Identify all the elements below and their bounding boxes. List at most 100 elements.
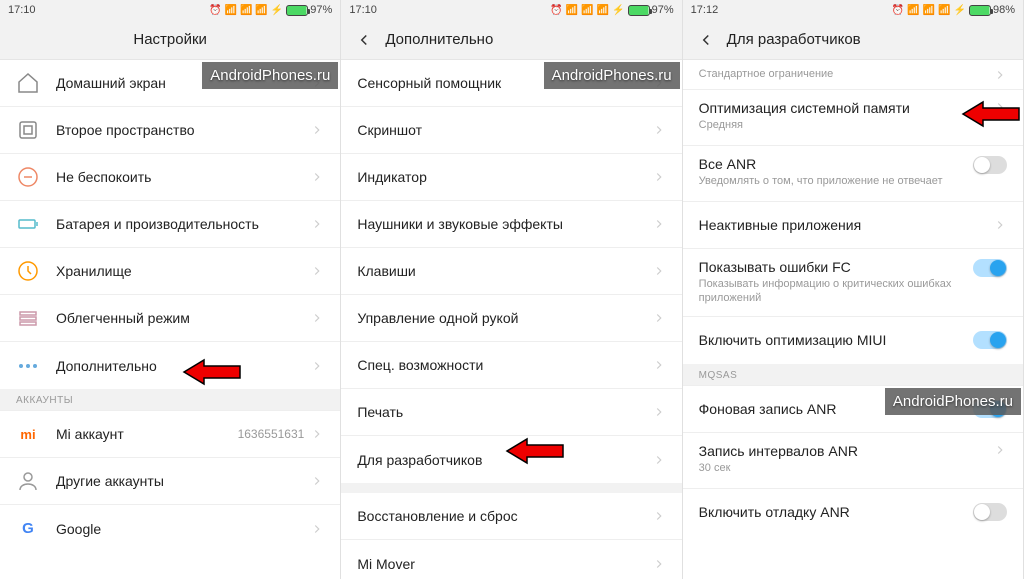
square-icon bbox=[16, 118, 40, 142]
row-label: Наушники и звуковые эффекты bbox=[357, 216, 651, 232]
row-reset[interactable]: Восстановление и сброс bbox=[341, 493, 681, 540]
row-google[interactable]: GGoogle bbox=[0, 505, 340, 552]
alarm-icon: ⏰ bbox=[209, 5, 221, 16]
battery-pct: 98% bbox=[993, 4, 1015, 16]
row-sub: Показывать информацию о критических ошиб… bbox=[699, 277, 973, 306]
row-mem-opt[interactable]: Оптимизация системной памятиСредняя bbox=[683, 90, 1023, 146]
status-time: 17:10 bbox=[8, 4, 36, 16]
row-label: Клавиши bbox=[357, 263, 651, 279]
chevron-right-icon bbox=[310, 474, 324, 488]
row-fc-errors[interactable]: Показывать ошибки FC Показывать информаци… bbox=[683, 249, 1023, 317]
user-icon bbox=[16, 469, 40, 493]
row-label: Показывать ошибки FC bbox=[699, 259, 973, 275]
row-developer[interactable]: Для разработчиков bbox=[341, 436, 681, 483]
chevron-right-icon bbox=[652, 217, 666, 231]
header-title: Для разработчиков bbox=[727, 31, 861, 48]
status-bar: 17:10 ⏰ 📶 📶 📶 ⚡ 97% bbox=[0, 0, 340, 20]
row-headphones[interactable]: Наушники и звуковые эффекты bbox=[341, 201, 681, 248]
home-icon bbox=[16, 71, 40, 95]
row-dnd[interactable]: Не беспокоить bbox=[0, 154, 340, 201]
row-storage[interactable]: Хранилище bbox=[0, 248, 340, 295]
storage-icon bbox=[16, 259, 40, 283]
row-other-accounts[interactable]: Другие аккаунты bbox=[0, 458, 340, 505]
row-inactive-apps[interactable]: Неактивные приложения bbox=[683, 202, 1023, 249]
signal-icon: 📶 bbox=[255, 5, 267, 16]
row-one-handed[interactable]: Управление одной рукой bbox=[341, 295, 681, 342]
row-miui-opt[interactable]: Включить оптимизацию MIUI bbox=[683, 317, 1023, 364]
row-label: Восстановление и сброс bbox=[357, 508, 651, 524]
chevron-right-icon bbox=[993, 68, 1007, 82]
back-button[interactable] bbox=[355, 31, 373, 49]
chevron-right-icon bbox=[310, 311, 324, 325]
row-anr-debug[interactable]: Включить отладку ANR bbox=[683, 489, 1023, 536]
status-right: ⏰ 📶 📶 📶 ⚡ 97% bbox=[209, 4, 332, 16]
battery-icon bbox=[628, 5, 650, 16]
row-mi-mover[interactable]: Mi Mover bbox=[341, 540, 681, 579]
signal-icon: 📶 bbox=[240, 5, 252, 16]
chevron-right-icon bbox=[310, 359, 324, 373]
row-label: Печать bbox=[357, 404, 651, 420]
row-all-anr[interactable]: Все ANRУведомлять о том, что приложение … bbox=[683, 146, 1023, 202]
row-label: Другие аккаунты bbox=[56, 473, 310, 489]
status-time: 17:12 bbox=[691, 4, 719, 16]
row-label: Включить отладку ANR bbox=[699, 504, 973, 520]
toggle[interactable] bbox=[973, 156, 1007, 174]
back-button[interactable] bbox=[697, 31, 715, 49]
status-time: 17:10 bbox=[349, 4, 377, 16]
battery-icon bbox=[969, 5, 991, 16]
dev-list: Стандартное ограничение Оптимизация сист… bbox=[683, 60, 1023, 536]
battery-icon bbox=[286, 5, 308, 16]
row-print[interactable]: Печать bbox=[341, 389, 681, 436]
row-screenshot[interactable]: Скриншот bbox=[341, 107, 681, 154]
chevron-right-icon bbox=[652, 557, 666, 571]
bolt-icon: ⚡ bbox=[954, 5, 966, 16]
section-mqsas: MQSAS bbox=[683, 364, 1023, 386]
chevron-right-icon bbox=[310, 170, 324, 184]
alarm-icon: ⏰ bbox=[892, 5, 904, 16]
header: Дополнительно bbox=[341, 20, 681, 60]
mi-icon: mi bbox=[16, 422, 40, 446]
row-buttons[interactable]: Клавиши bbox=[341, 248, 681, 295]
alarm-icon: ⏰ bbox=[550, 5, 562, 16]
row-label: Хранилище bbox=[56, 263, 310, 279]
header: Для разработчиков bbox=[683, 20, 1023, 60]
row-battery[interactable]: Батарея и производительность bbox=[0, 201, 340, 248]
row-bg-limit[interactable]: Стандартное ограничение bbox=[683, 60, 1023, 90]
more-icon bbox=[16, 354, 40, 378]
chevron-right-icon bbox=[993, 218, 1007, 232]
chevron-right-icon bbox=[652, 509, 666, 523]
lite-icon bbox=[16, 306, 40, 330]
row-label: Спец. возможности bbox=[357, 357, 651, 373]
gap bbox=[341, 483, 681, 493]
row-lite[interactable]: Облегченный режим bbox=[0, 295, 340, 342]
row-sub: 30 сек bbox=[699, 461, 993, 475]
toggle[interactable] bbox=[973, 503, 1007, 521]
chevron-right-icon bbox=[310, 123, 324, 137]
chevron-right-icon bbox=[652, 311, 666, 325]
row-label: Google bbox=[56, 521, 310, 537]
row-accessibility[interactable]: Спец. возможности bbox=[341, 342, 681, 389]
row-label: Батарея и производительность bbox=[56, 216, 310, 232]
row-second-space[interactable]: Второе пространство bbox=[0, 107, 340, 154]
signal-icon: 📶 bbox=[581, 5, 593, 16]
wifi-icon: 📶 bbox=[224, 5, 236, 16]
row-mi-account[interactable]: miMi аккаунт1636551631 bbox=[0, 411, 340, 458]
row-label: Скриншот bbox=[357, 122, 651, 138]
row-label: Включить оптимизацию MIUI bbox=[699, 332, 973, 348]
row-advanced[interactable]: Дополнительно bbox=[0, 342, 340, 389]
battery-icon bbox=[16, 212, 40, 236]
watermark: AndroidPhones.ru bbox=[544, 62, 680, 89]
section-accounts: АККАУНТЫ bbox=[0, 389, 340, 411]
row-label: Mi Mover bbox=[357, 556, 651, 572]
chevron-right-icon bbox=[652, 358, 666, 372]
row-led[interactable]: Индикатор bbox=[341, 154, 681, 201]
toggle[interactable] bbox=[973, 259, 1007, 277]
row-sub: Стандартное ограничение bbox=[699, 67, 993, 81]
row-anr-interval[interactable]: Запись интервалов ANR30 сек bbox=[683, 433, 1023, 489]
row-label: Для разработчиков bbox=[357, 452, 651, 468]
chevron-right-icon bbox=[310, 217, 324, 231]
toggle[interactable] bbox=[973, 331, 1007, 349]
wifi-icon: 📶 bbox=[907, 5, 919, 16]
signal-icon: 📶 bbox=[938, 5, 950, 16]
row-sub: Средняя bbox=[699, 118, 993, 132]
